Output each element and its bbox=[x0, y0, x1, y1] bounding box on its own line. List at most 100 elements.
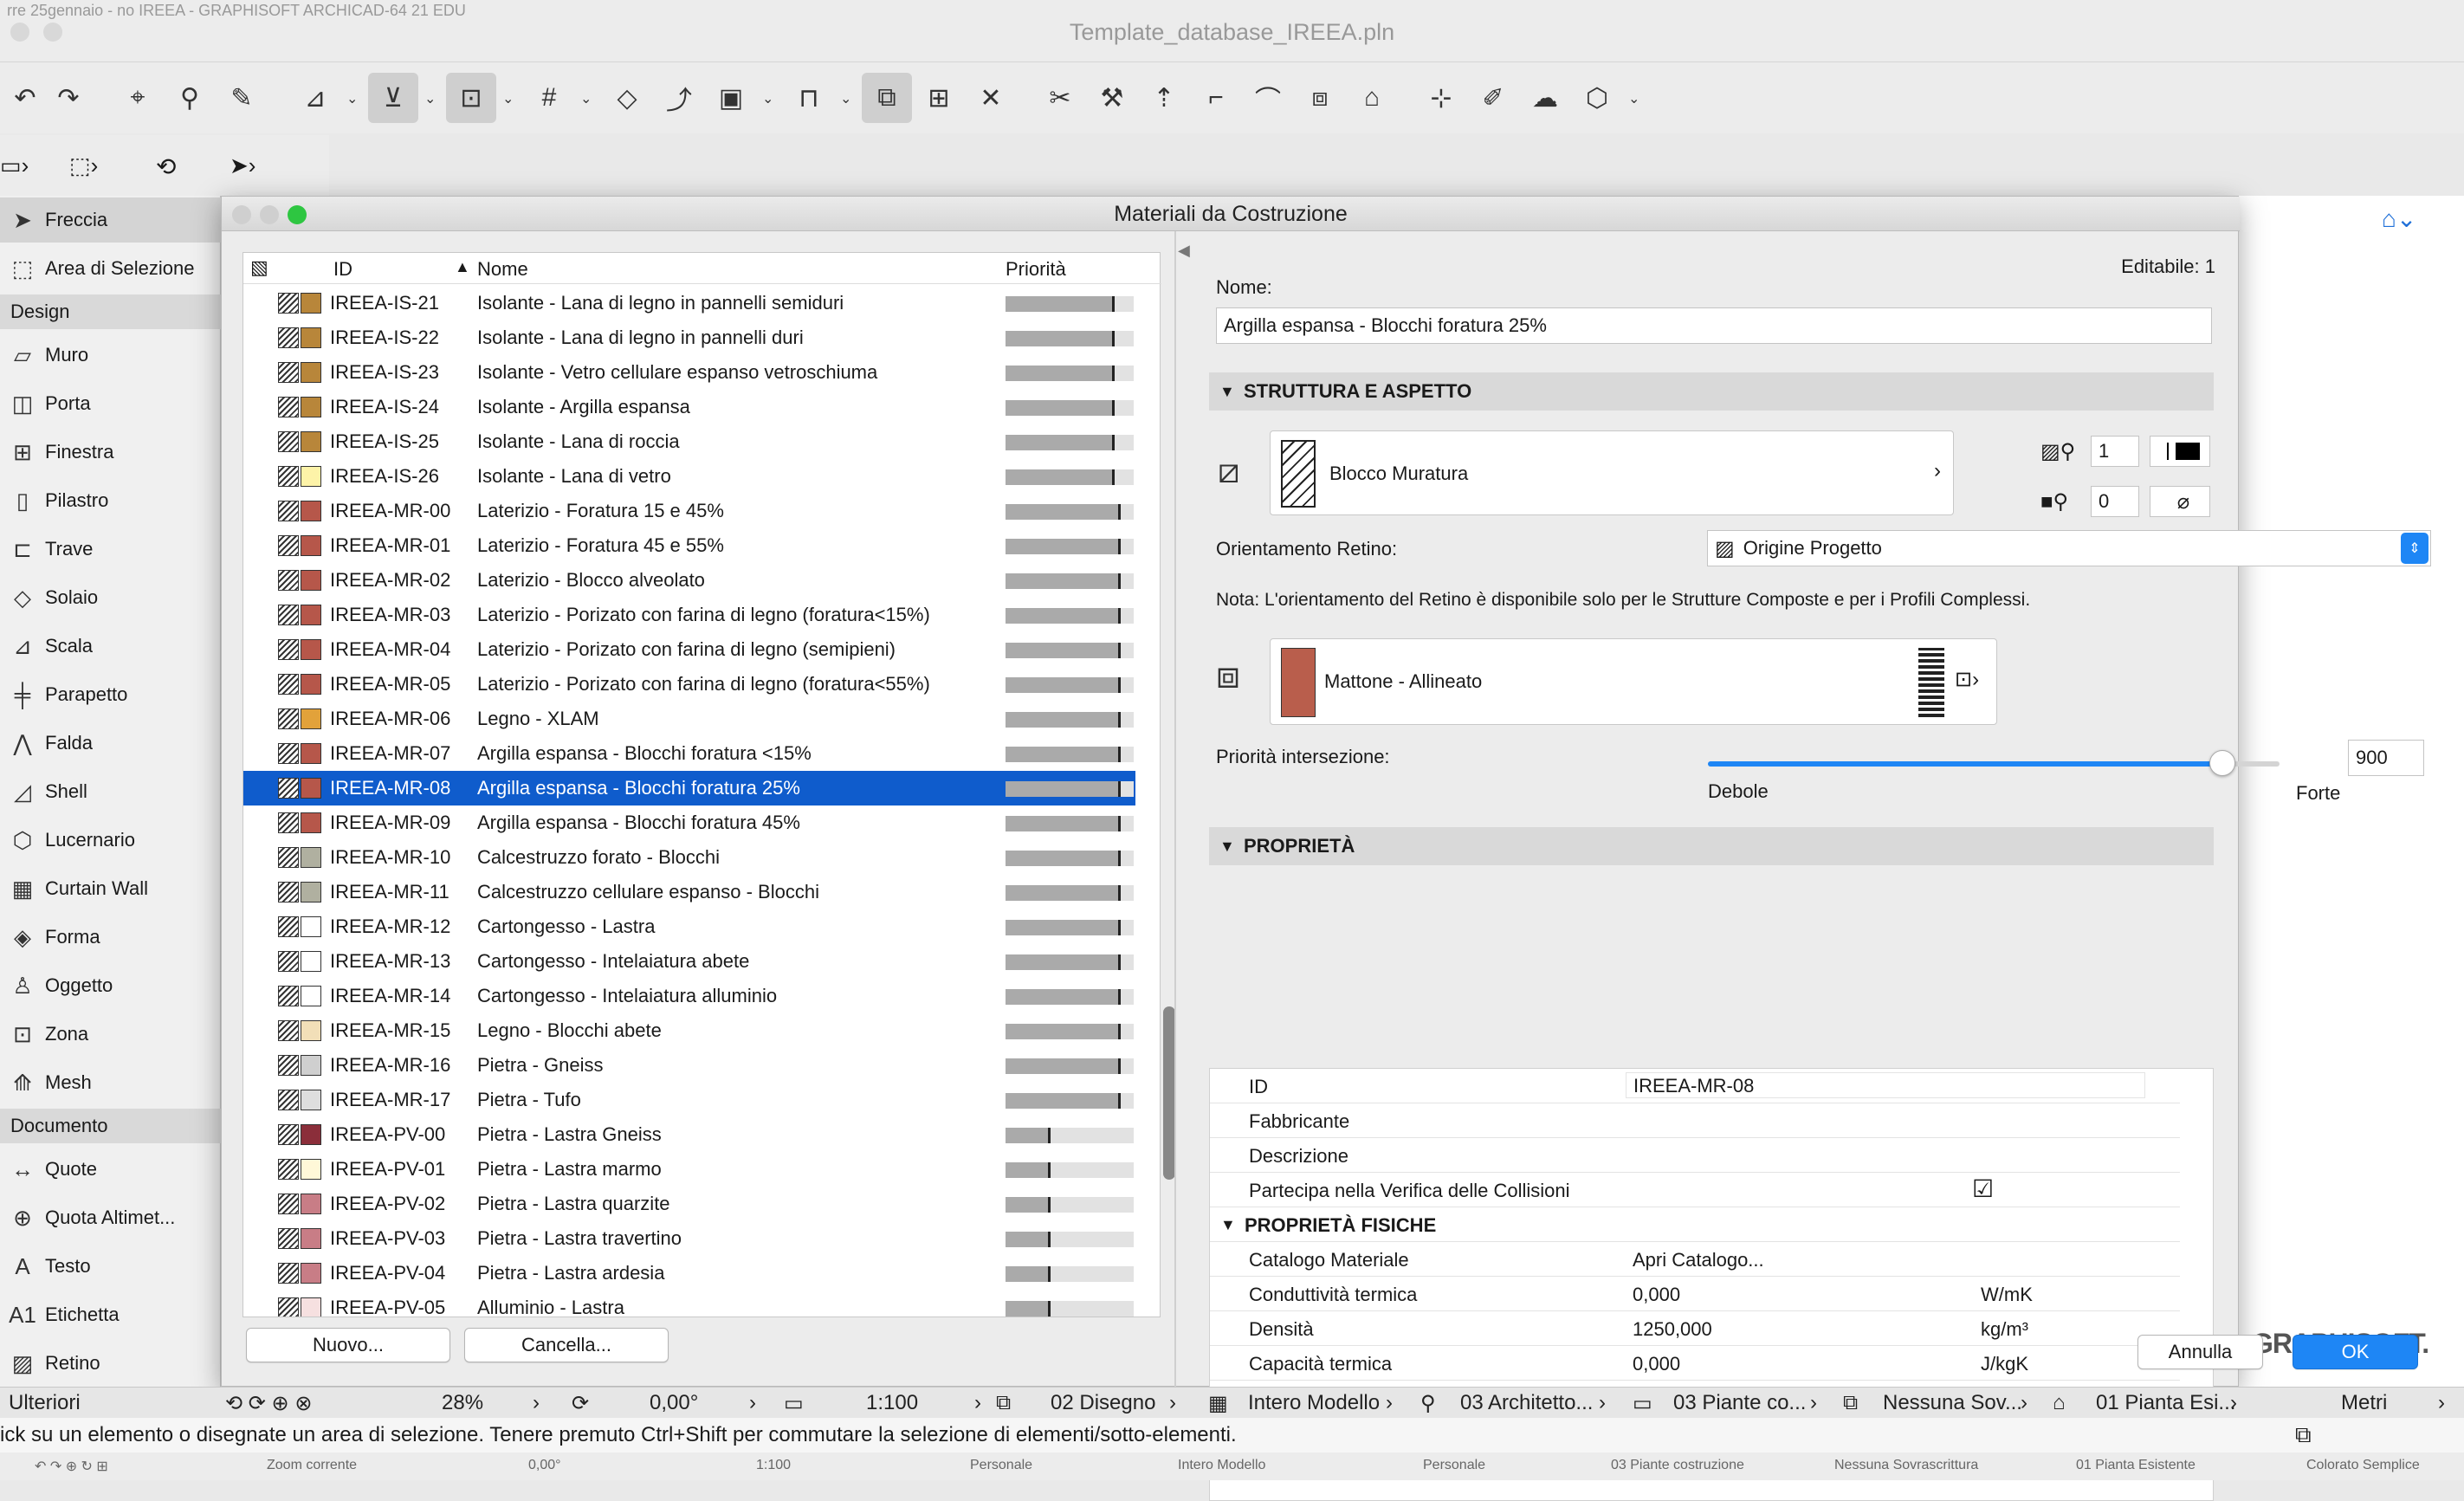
chevron-right-icon[interactable]: › bbox=[1810, 1391, 1817, 1415]
orientation-select[interactable]: ▨ Origine Progetto ⇕ bbox=[1707, 530, 2431, 566]
plane-icon[interactable]: ◇ bbox=[602, 73, 652, 123]
offset-icon[interactable]: ⧈ bbox=[1295, 73, 1345, 123]
elevate-icon[interactable]: ⇡ bbox=[1139, 73, 1189, 123]
chevron-down-icon[interactable]: ⌄ bbox=[502, 90, 514, 107]
list-item[interactable]: IREEA-MR-05 Laterizio - Porizato con fari… bbox=[243, 667, 1135, 702]
tool-scala[interactable]: ⊿ Scala bbox=[0, 624, 221, 669]
find-select-icon[interactable]: ⌖ bbox=[113, 73, 163, 123]
chevron-right-icon[interactable]: › bbox=[1386, 1391, 1393, 1415]
pointer-icon[interactable]: ⤴ bbox=[654, 73, 704, 123]
tool-forma[interactable]: ◈ Forma bbox=[0, 915, 221, 960]
chevron-right-icon[interactable]: › bbox=[2438, 1391, 2445, 1415]
scale-value[interactable]: 1:100 bbox=[866, 1391, 918, 1415]
snap-guides-icon[interactable]: ⊻ bbox=[368, 73, 418, 123]
units-value[interactable]: Metri bbox=[2341, 1391, 2387, 1415]
chevron-down-icon[interactable]: ⌄ bbox=[840, 90, 851, 107]
override-value[interactable]: Nessuna Sov... bbox=[1883, 1391, 2022, 1415]
list-item[interactable]: IREEA-MR-17 Pietra - Tufo bbox=[243, 1083, 1135, 1117]
list-item[interactable]: IREEA-PV-01 Pietra - Lastra marmo bbox=[243, 1152, 1135, 1187]
list-item[interactable]: IREEA-PV-02 Pietra - Lastra quarzite bbox=[243, 1187, 1135, 1221]
list-item[interactable]: IREEA-MR-09 Argilla espansa - Blocchi for… bbox=[243, 805, 1135, 840]
inject-icon[interactable]: ✎ bbox=[217, 73, 267, 123]
physical-property-row[interactable]: Capacità termica 0,000 J/kgK bbox=[1210, 1346, 2180, 1381]
name-field[interactable]: Argilla espansa - Blocchi foratura 25% bbox=[1216, 307, 2212, 344]
quick-renovation[interactable]: 01 Pianta Esistente bbox=[2076, 1458, 2196, 1473]
chevron-down-icon[interactable]: ⌄ bbox=[346, 90, 358, 107]
tool-mesh[interactable]: ⟰ Mesh bbox=[0, 1060, 221, 1105]
line-color-picker[interactable] bbox=[2150, 436, 2210, 467]
windows-icon[interactable]: ⧉ bbox=[2295, 1421, 2312, 1449]
tool-etichetta[interactable]: A1 Etichetta bbox=[0, 1292, 221, 1337]
chevron-down-icon[interactable]: ⌄ bbox=[1628, 90, 1639, 107]
list-item[interactable]: IREEA-IS-24 Isolante - Argilla espansa bbox=[243, 390, 1135, 424]
plan-view-area[interactable]: ⌂⌄ bbox=[2239, 196, 2464, 1387]
tool-area-di-selezione[interactable]: ⬚ Area di Selezione bbox=[0, 246, 221, 291]
name-column-header[interactable]: Nome bbox=[477, 258, 528, 281]
tool-trave[interactable]: ⊏ Trave bbox=[0, 527, 221, 572]
cancel-button[interactable]: Annulla bbox=[2137, 1335, 2263, 1369]
id-value-field[interactable]: IREEA-MR-08 bbox=[1626, 1072, 2145, 1098]
layer-value[interactable]: 02 Disegno bbox=[1051, 1391, 1155, 1415]
delete-material-button[interactable]: Cancella... bbox=[464, 1328, 669, 1362]
list-scrollbar[interactable] bbox=[1163, 1006, 1175, 1180]
collapse-arrow-icon[interactable]: ◀ bbox=[1178, 242, 1190, 260]
more-tools-label[interactable]: Ulteriori bbox=[9, 1391, 81, 1415]
tool-pilastro[interactable]: ▯ Pilastro bbox=[0, 478, 221, 523]
renovation-value[interactable]: 01 Pianta Esi... bbox=[2096, 1391, 2235, 1415]
pick-up-icon[interactable]: ⚲ bbox=[165, 73, 215, 123]
tool-parapetto[interactable]: ╪ Parapetto bbox=[0, 672, 221, 717]
3d-house-icon[interactable]: ⌂⌄ bbox=[2382, 204, 2416, 233]
chevron-down-icon[interactable]: ⌄ bbox=[424, 90, 436, 107]
tool-oggetto[interactable]: ♙ Oggetto bbox=[0, 963, 221, 1008]
property-row[interactable]: Descrizione bbox=[1210, 1138, 2180, 1173]
chevron-right-icon[interactable]: › bbox=[1599, 1391, 1606, 1415]
list-item[interactable]: IREEA-MR-15 Legno - Blocchi abete bbox=[243, 1013, 1135, 1048]
property-row[interactable]: Fabbricante bbox=[1210, 1103, 2180, 1138]
arrow-tool-icon[interactable]: ➤› bbox=[230, 152, 255, 179]
list-item[interactable]: IREEA-MR-03 Laterizio - Porizato con fari… bbox=[243, 598, 1135, 632]
structure-section-header[interactable]: ▼ STRUTTURA E ASPETTO bbox=[1209, 372, 2214, 411]
physical-property-row[interactable]: Conduttività termica 0,000 W/mK bbox=[1210, 1277, 2180, 1311]
quick-zoom[interactable]: Zoom corrente bbox=[267, 1458, 357, 1473]
physical-property-row[interactable]: Catalogo Materiale Apri Catalogo... bbox=[1210, 1242, 2180, 1277]
rotate-view-icon[interactable]: ⟲ bbox=[156, 152, 176, 181]
tool-lucernario[interactable]: ⬡ Lucernario bbox=[0, 818, 221, 863]
list-item[interactable]: IREEA-MR-02 Laterizio - Blocco alveolato bbox=[243, 563, 1135, 598]
list-item[interactable]: IREEA-MR-11 Calcestruzzo cellulare espans… bbox=[243, 875, 1135, 909]
list-item[interactable]: IREEA-MR-01 Laterizio - Foratura 45 e 55% bbox=[243, 528, 1135, 563]
property-value[interactable]: 1250,000 bbox=[1633, 1318, 1712, 1341]
adjust-icon[interactable]: ⚒ bbox=[1087, 73, 1137, 123]
list-item[interactable]: IREEA-IS-22 Isolante - Lana di legno in p… bbox=[243, 320, 1135, 355]
redo-icon[interactable]: ↷ bbox=[43, 73, 94, 123]
property-value[interactable]: 0,000 bbox=[1633, 1284, 1680, 1306]
list-item[interactable]: IREEA-IS-23 Isolante - Vetro cellulare es… bbox=[243, 355, 1135, 390]
quick-style[interactable]: Colorato Semplice bbox=[2306, 1458, 2420, 1473]
chevron-right-icon[interactable]: › bbox=[2230, 1391, 2237, 1415]
group-icon[interactable]: ⊹ bbox=[1416, 73, 1466, 123]
surface-picker[interactable]: Mattone - Allineato ⊡› bbox=[1270, 638, 1997, 725]
list-item[interactable]: IREEA-PV-00 Pietra - Lastra Gneiss bbox=[243, 1117, 1135, 1152]
physical-properties-header[interactable]: ▼ PROPRIETÀ FISICHE bbox=[1210, 1207, 2180, 1242]
list-item[interactable]: IREEA-MR-16 Pietra - Gneiss bbox=[243, 1048, 1135, 1083]
lock-icon[interactable]: ⊓ bbox=[784, 73, 834, 123]
tool-falda[interactable]: ⋀ Falda bbox=[0, 721, 221, 766]
structure-display-value[interactable]: 03 Piante co... bbox=[1673, 1391, 1806, 1415]
physical-property-row[interactable]: Densità 1250,000 kg/m³ bbox=[1210, 1311, 2180, 1346]
quick-structure[interactable]: 03 Piante costruzione bbox=[1611, 1458, 1744, 1473]
ok-button[interactable]: OK bbox=[2293, 1335, 2418, 1369]
grid-snap-icon[interactable]: # bbox=[524, 73, 574, 123]
tool-retino[interactable]: ▨ Retino bbox=[0, 1341, 221, 1386]
model-view-value[interactable]: Intero Modello bbox=[1248, 1391, 1380, 1415]
tool-freccia[interactable]: ➤ Freccia bbox=[0, 197, 221, 243]
list-item[interactable]: IREEA-PV-04 Pietra - Lastra ardesia bbox=[243, 1256, 1135, 1291]
list-item[interactable]: IREEA-MR-10 Calcestruzzo forato - Blocchi bbox=[243, 840, 1135, 875]
list-item[interactable]: IREEA-MR-07 Argilla espansa - Blocchi for… bbox=[243, 736, 1135, 771]
list-item[interactable]: IREEA-MR-00 Laterizio - Foratura 15 e 45% bbox=[243, 494, 1135, 528]
quick-pen2[interactable]: Personale bbox=[1423, 1458, 1485, 1473]
pen-number-field[interactable]: 1 bbox=[2091, 436, 2139, 467]
selection-mode-icon[interactable]: ▭› bbox=[0, 152, 29, 179]
split-icon[interactable]: ✂ bbox=[1035, 73, 1085, 123]
tool-finestra[interactable]: ⊞ Finestra bbox=[0, 430, 221, 475]
roof-trim-icon[interactable]: ⌂ bbox=[1347, 73, 1397, 123]
chevron-down-icon[interactable]: ⌄ bbox=[762, 90, 773, 107]
